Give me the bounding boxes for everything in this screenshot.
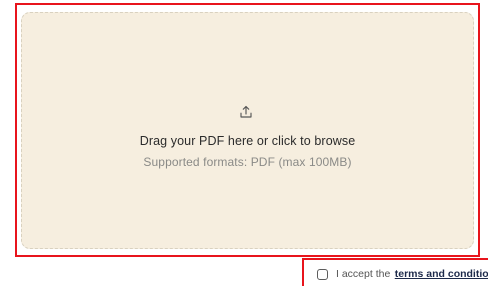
terms-highlight: I accept the terms and conditions [302, 258, 488, 286]
terms-checkbox[interactable] [317, 268, 328, 280]
terms-link[interactable]: terms and conditions [395, 267, 488, 281]
dropzone-supported-formats: Supported formats: PDF (max 100MB) [143, 155, 352, 169]
terms-label: I accept the [336, 268, 391, 280]
upload-page: Drag your PDF here or click to browse Su… [0, 0, 488, 286]
terms-agreement: I accept the terms and conditions [317, 265, 488, 283]
upload-icon [240, 105, 252, 118]
upload-area-highlight: Drag your PDF here or click to browse Su… [15, 3, 480, 257]
pdf-dropzone[interactable]: Drag your PDF here or click to browse Su… [21, 12, 474, 249]
dropzone-title: Drag your PDF here or click to browse [139, 134, 356, 148]
